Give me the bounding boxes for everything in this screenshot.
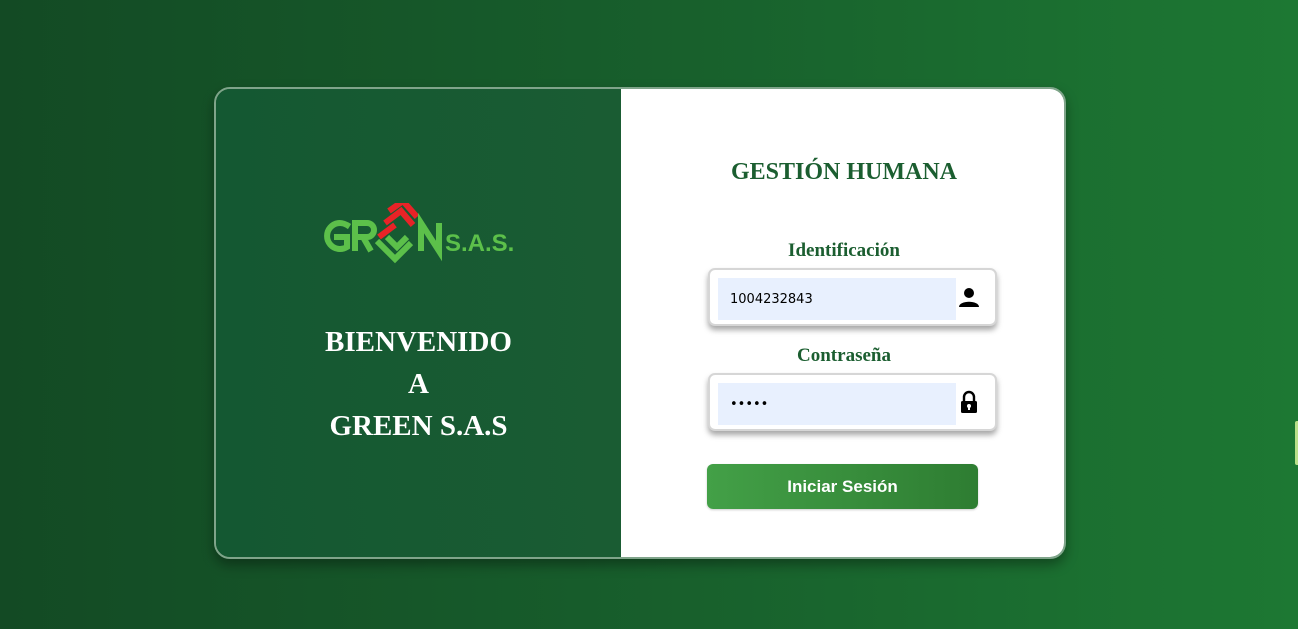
green-sas-logo: S.A.S. [324,203,514,264]
welcome-panel: S.A.S. BIENVENIDO A GREEN S.A.S [216,89,621,557]
password-input[interactable] [718,383,956,425]
user-icon [959,288,979,307]
login-card: S.A.S. BIENVENIDO A GREEN S.A.S GESTIÓN … [214,87,1066,559]
welcome-line-1: BIENVENIDO [325,326,512,358]
page-title: GESTIÓN HUMANA [730,159,958,185]
welcome-message: BIENVENIDO A GREEN S.A.S [216,321,621,447]
password-label: Contraseña [797,345,891,366]
welcome-line-3: GREEN S.A.S [329,410,508,442]
welcome-line-2: A [408,368,429,400]
id-label: Identificación [788,240,900,261]
logo-suffix: S.A.S. [445,230,514,257]
id-input[interactable] [718,278,956,320]
login-button[interactable]: Iniciar Sesión [707,464,978,509]
id-field-wrapper [708,268,997,326]
lock-icon [961,390,977,413]
login-panel: GESTIÓN HUMANA Identificación Contraseña… [621,89,1064,557]
password-field-wrapper [708,373,997,431]
